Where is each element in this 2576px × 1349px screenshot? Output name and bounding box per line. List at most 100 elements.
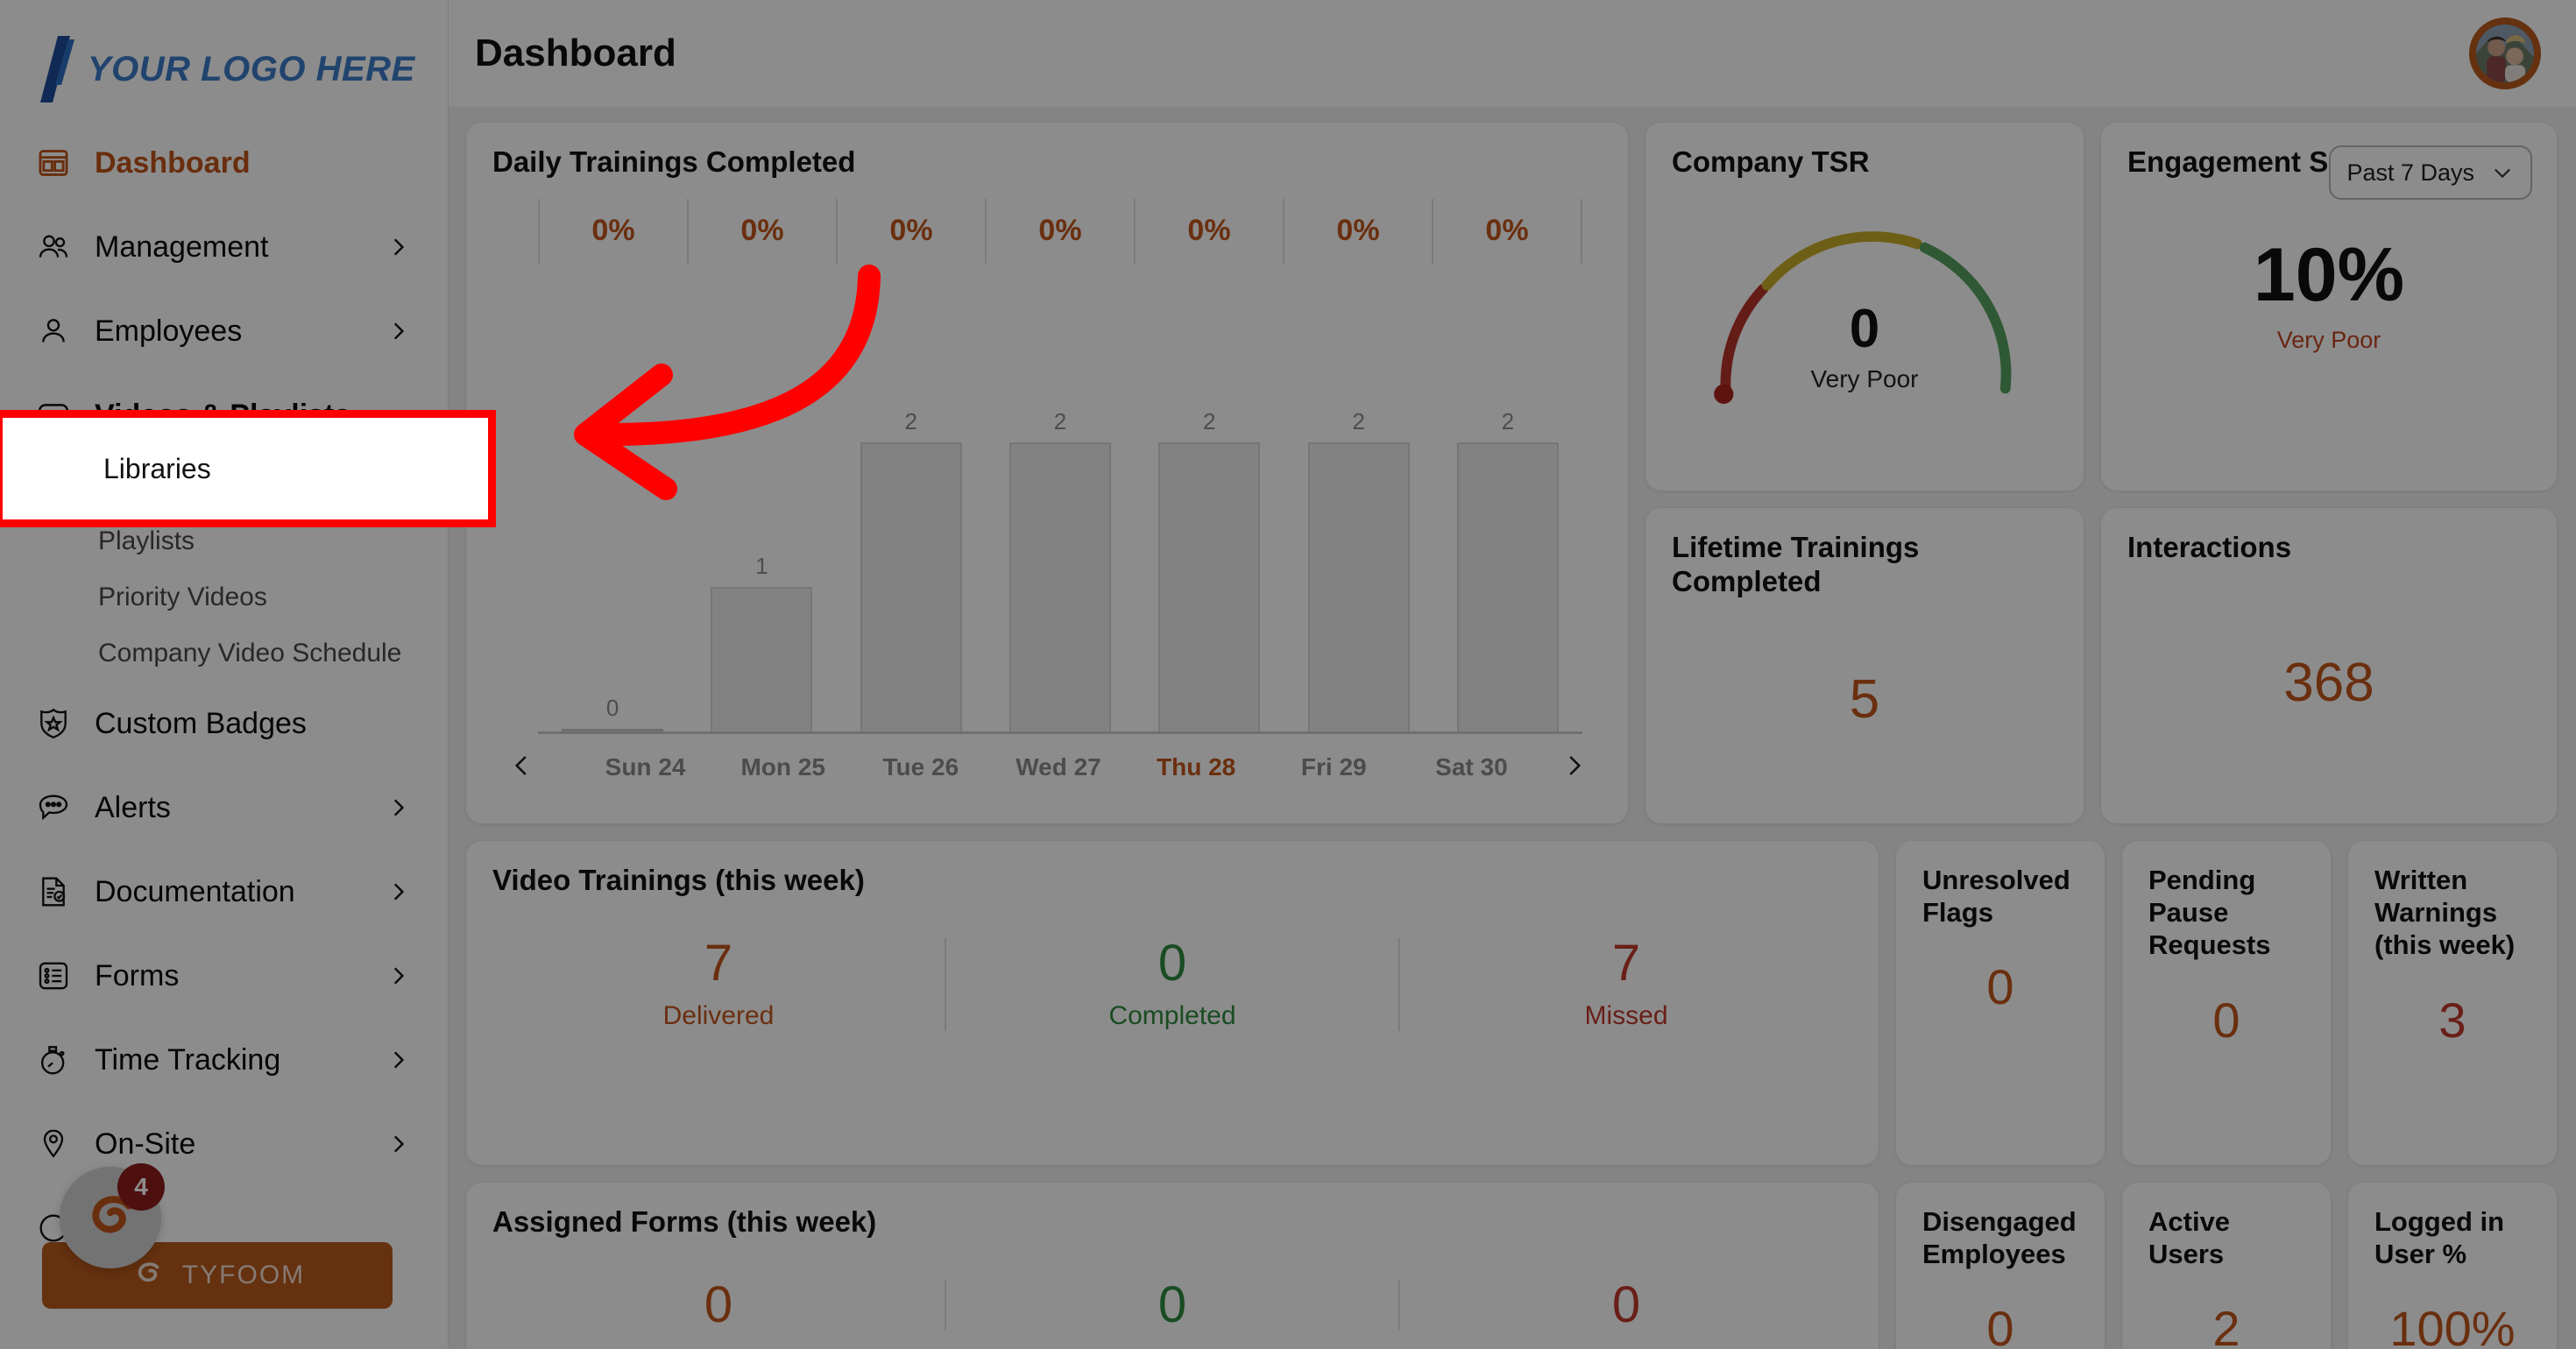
chart-next-button[interactable] bbox=[1554, 751, 1593, 785]
metric-completed: 0 bbox=[945, 1275, 1398, 1333]
sidebar-item-on-site[interactable]: On-Site bbox=[0, 1102, 448, 1186]
engagement-range-value: Past 7 Days bbox=[2346, 159, 2474, 186]
video-trainings-card: Video Trainings (this week) 7 Delivered … bbox=[466, 841, 1879, 1165]
sidebar-item-alerts[interactable]: Alerts bbox=[0, 766, 448, 850]
unresolved-flags-card: Unresolved Flags 0 bbox=[1896, 841, 2105, 1165]
sidebar-subitem-label: Playlists bbox=[98, 526, 195, 555]
chart-bar-column[interactable]: 2 bbox=[837, 272, 986, 731]
sidebar-item-label: Documentation bbox=[95, 874, 295, 908]
chart-bar[interactable] bbox=[860, 442, 962, 731]
card-title: Company TSR bbox=[1672, 145, 1870, 178]
x-tick-label: Wed 27 bbox=[1016, 753, 1101, 780]
card-title: Pending Pause Requests bbox=[2148, 865, 2271, 961]
chart-bar[interactable] bbox=[1008, 442, 1111, 731]
sidebar-item-label: Custom Badges bbox=[95, 706, 307, 740]
x-tick-label: Tue 26 bbox=[882, 753, 959, 780]
active-users-value: 2 bbox=[2212, 1301, 2240, 1349]
chart-bar[interactable] bbox=[1307, 442, 1410, 731]
chevron-right-icon bbox=[393, 799, 405, 816]
chart-bar-column[interactable]: 2 bbox=[1433, 272, 1582, 731]
bar-value-label: 2 bbox=[1203, 408, 1216, 434]
pending-pause-requests-card: Pending Pause Requests 0 bbox=[2122, 841, 2331, 1165]
company-tsr-card: Company TSR 0 Very Poor bbox=[1645, 123, 2084, 491]
screenshot-root: YOUR LOGO HERE Dashboard Management Empl… bbox=[0, 0, 2576, 1349]
stopwatch-icon bbox=[35, 1042, 72, 1078]
top-bar: Dashboard bbox=[449, 0, 2576, 107]
interactions-value: 368 bbox=[2283, 652, 2374, 713]
avatar-photo bbox=[2476, 25, 2534, 82]
dashboard-icon bbox=[35, 145, 72, 181]
logged-in-user-pct-value: 100% bbox=[2389, 1301, 2516, 1349]
chart-bar-column[interactable]: 2 bbox=[1135, 272, 1284, 731]
chart-bar-column[interactable]: 1 bbox=[687, 272, 836, 731]
engagement-label: Very Poor bbox=[2276, 326, 2381, 353]
chart-bar[interactable] bbox=[711, 587, 813, 731]
sidebar-nav: Dashboard Management Employees Playlists… bbox=[0, 114, 448, 1270]
chart-x-labels: Sun 24 Mon 25 Tue 26 Wed 27 Thu 28 Fri 2… bbox=[541, 753, 1554, 781]
form-list-icon bbox=[35, 957, 72, 994]
card-title: Unresolved Flags bbox=[1922, 865, 2070, 929]
metric-label: Missed bbox=[1584, 1000, 1668, 1030]
lifetime-trainings-card: Lifetime Trainings Completed 5 bbox=[1645, 508, 2084, 823]
tsr-gauge-center: 0 Very Poor bbox=[1672, 301, 2057, 393]
notification-badge: 4 bbox=[117, 1163, 165, 1211]
disengaged-employees-value: 0 bbox=[1986, 1301, 2014, 1349]
sidebar-subitem-company-video-schedule[interactable]: Company Video Schedule bbox=[0, 625, 448, 682]
logged-in-user-pct-card: Logged in User % 100% bbox=[2348, 1183, 2557, 1349]
sidebar-item-documentation[interactable]: Documentation bbox=[0, 850, 448, 934]
x-tick-label: Fri 29 bbox=[1300, 753, 1367, 780]
chart-bar-column[interactable]: 0 bbox=[538, 272, 687, 731]
sidebar-item-label: Management bbox=[95, 230, 269, 264]
logo-text: YOUR LOGO HERE bbox=[88, 49, 415, 88]
card-title: Disengaged Employees bbox=[1922, 1206, 2077, 1270]
card-title: Logged in User % bbox=[2374, 1206, 2505, 1270]
tyfoom-notification-avatar[interactable]: 4 bbox=[60, 1163, 165, 1268]
metric-missed: 0 bbox=[1398, 1279, 1852, 1331]
bar-value-label: 2 bbox=[1352, 408, 1365, 434]
sidebar-item-employees[interactable]: Employees bbox=[0, 289, 448, 373]
sidebar-subitem-priority-videos[interactable]: Priority Videos bbox=[0, 569, 448, 625]
engagement-range-select[interactable]: Past 7 Days bbox=[2329, 145, 2532, 200]
sidebar-item-custom-badges[interactable]: Custom Badges bbox=[0, 682, 448, 766]
chart-bar-column[interactable]: 2 bbox=[1284, 272, 1433, 731]
bar-value-label: 2 bbox=[1501, 408, 1515, 434]
app-logo[interactable]: YOUR LOGO HERE bbox=[0, 0, 448, 114]
sidebar-item-dashboard[interactable]: Dashboard bbox=[0, 121, 448, 205]
interactions-card: Interactions 368 bbox=[2101, 508, 2557, 823]
metric-value: 0 bbox=[704, 1275, 733, 1333]
chart-plot-area: 0 1 2 2 2 2 2 bbox=[538, 272, 1582, 734]
lifetime-trainings-value: 5 bbox=[1849, 669, 1880, 731]
page-title: Dashboard bbox=[475, 32, 676, 74]
card-title: Assigned Forms (this week) bbox=[492, 1205, 877, 1238]
people-icon bbox=[35, 229, 72, 265]
metric-value: 0 bbox=[1157, 1275, 1187, 1333]
chart-bar[interactable] bbox=[1158, 442, 1261, 731]
daily-trainings-card: Daily Trainings Completed 0% 0% 0% 0% 0%… bbox=[466, 123, 1628, 823]
chart-percent-row: 0% 0% 0% 0% 0% 0% 0% bbox=[492, 198, 1602, 264]
chevron-right-icon bbox=[393, 883, 405, 901]
unresolved-flags-value: 0 bbox=[1986, 959, 2014, 1015]
chart-bar[interactable] bbox=[1456, 442, 1559, 731]
sidebar-item-management[interactable]: Management bbox=[0, 205, 448, 289]
sidebar-item-forms[interactable]: Forms bbox=[0, 934, 448, 1018]
metric-label: Completed bbox=[1108, 1000, 1236, 1030]
sidebar-item-label: On-Site bbox=[95, 1127, 196, 1161]
bar-value-label: 1 bbox=[755, 553, 768, 579]
card-title: Active Users bbox=[2148, 1206, 2231, 1270]
chart-bar-column[interactable]: 2 bbox=[986, 272, 1135, 731]
card-title: Daily Trainings Completed bbox=[492, 145, 856, 178]
sidebar-item-label: Time Tracking bbox=[95, 1042, 281, 1077]
chevron-right-icon bbox=[393, 322, 405, 340]
percent-label: 0% bbox=[985, 198, 1134, 264]
chart-bar[interactable] bbox=[562, 729, 664, 731]
chart-prev-button[interactable] bbox=[503, 751, 541, 785]
sidebar-item-label: Forms bbox=[95, 958, 180, 992]
sidebar-item-label: Alerts bbox=[95, 790, 171, 824]
sidebar-item-time-tracking[interactable]: Time Tracking bbox=[0, 1018, 448, 1102]
person-icon bbox=[35, 313, 72, 350]
avatar[interactable] bbox=[2469, 18, 2541, 89]
metric-completed: 0 Completed bbox=[945, 937, 1398, 1031]
dashboard-row-3: Assigned Forms (this week) 0 0 0 Disenga… bbox=[466, 1183, 2557, 1349]
chevron-right-icon bbox=[393, 1051, 405, 1069]
chevron-right-icon bbox=[1569, 755, 1582, 775]
